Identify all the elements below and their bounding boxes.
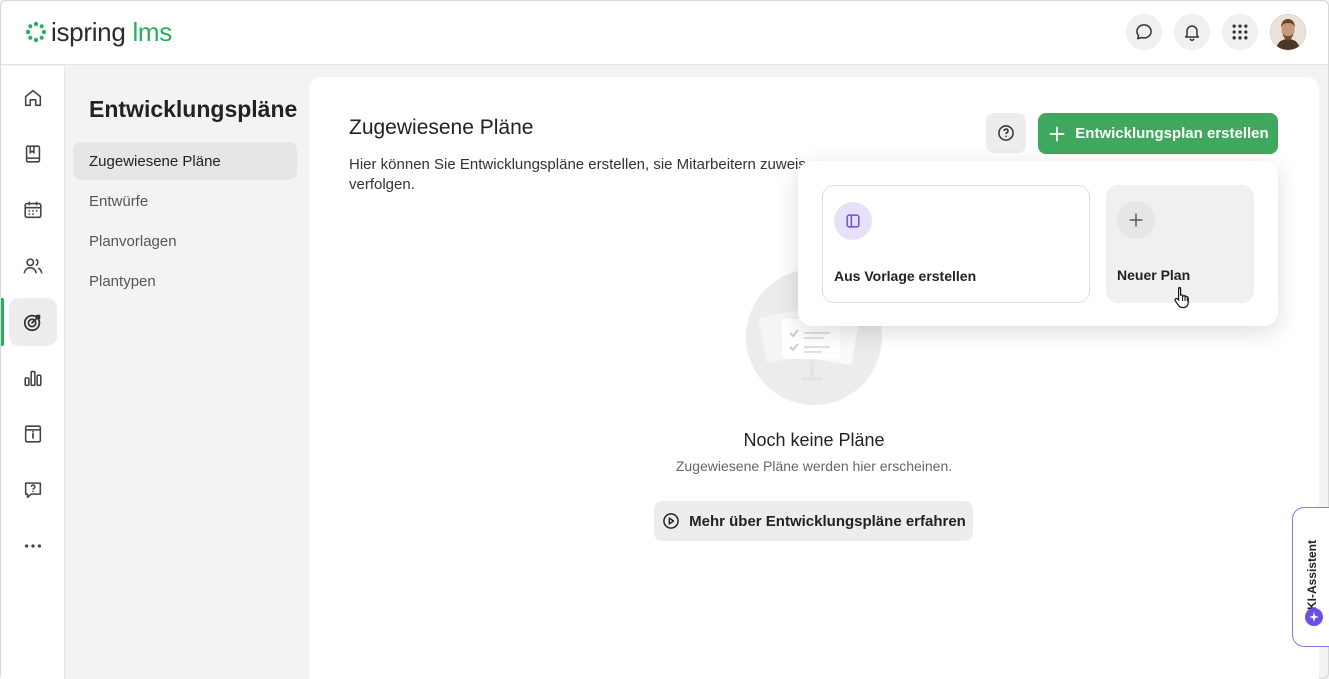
create-plan-button[interactable]: Entwicklungsplan erstellen <box>1038 113 1278 154</box>
avatar[interactable] <box>1270 14 1306 50</box>
logo[interactable]: ispring lms <box>24 17 172 47</box>
plus-icon <box>1049 126 1065 141</box>
learn-more-button[interactable]: Mehr über Entwicklungspläne erfahren <box>654 501 973 541</box>
rail-development-plans[interactable] <box>9 298 57 346</box>
info-box-icon <box>24 425 42 443</box>
subnav-item-plan-types[interactable]: Plantypen <box>73 262 297 300</box>
apps-grid-icon <box>1232 24 1248 40</box>
create-plan-label: Entwicklungsplan erstellen <box>1075 125 1269 142</box>
rail-catalog[interactable] <box>9 410 57 458</box>
description-tail: verfolgen. <box>349 176 415 193</box>
rail-active-indicator <box>1 298 4 346</box>
play-circle-icon <box>663 513 679 529</box>
subnav-item-label: Zugewiesene Pläne <box>89 152 221 170</box>
help-chat-icon <box>24 482 42 499</box>
description-line: Hier können Sie Entwicklungspläne erstel… <box>349 156 806 173</box>
section-title: Entwicklungspläne <box>89 96 298 122</box>
empty-state-subtitle: Zugewiesene Pläne werden hier erscheinen… <box>675 458 953 474</box>
book-icon <box>25 145 41 163</box>
question-icon <box>998 125 1014 141</box>
rail-calendar[interactable] <box>9 186 57 234</box>
bell-icon <box>1185 25 1199 42</box>
help-button[interactable] <box>986 113 1026 153</box>
template-icon-wrap <box>834 202 872 240</box>
users-icon <box>23 258 43 274</box>
ai-assistant-tab[interactable]: KI-Assistent <box>1292 507 1329 647</box>
chat-icon <box>1136 24 1152 40</box>
subnav-item-label: Entwürfe <box>89 192 149 210</box>
create-plan-menu: Aus Vorlage erstellen Neuer Plan <box>798 161 1278 326</box>
home-icon <box>24 89 42 107</box>
create-from-template-option[interactable]: Aus Vorlage erstellen <box>822 185 1090 303</box>
logo-icon <box>25 21 47 43</box>
chart-icon <box>24 370 42 387</box>
rail-home[interactable] <box>9 74 57 122</box>
left-rail <box>1 66 65 679</box>
subnav-item-drafts[interactable]: Entwürfe <box>73 182 297 220</box>
subnav-item-label: Planvorlagen <box>89 232 177 250</box>
hand-cursor-icon <box>1174 286 1189 309</box>
avatar-image <box>1270 14 1306 50</box>
learn-more-label: Mehr über Entwicklungspläne erfahren <box>689 512 966 530</box>
apps-button[interactable] <box>1222 14 1258 50</box>
notifications-button[interactable] <box>1174 14 1210 50</box>
rail-users[interactable] <box>9 242 57 290</box>
chat-button[interactable] <box>1126 14 1162 50</box>
subnav-item-assigned-plans[interactable]: Zugewiesene Pläne <box>73 142 297 180</box>
rail-reports[interactable] <box>9 354 57 402</box>
plus-icon <box>1129 213 1143 227</box>
sparkle-icon <box>1305 608 1323 626</box>
rail-courses[interactable] <box>9 130 57 178</box>
calendar-icon <box>24 201 42 219</box>
create-from-template-label: Aus Vorlage erstellen <box>834 268 977 284</box>
new-plan-label: Neuer Plan <box>1117 267 1191 283</box>
top-bar: ispring lms <box>1 1 1328 65</box>
ai-assistant-label: KI-Assistent <box>1305 539 1319 610</box>
sub-navigation: Entwicklungspläne Zugewiesene Pläne Entw… <box>65 66 309 679</box>
subnav-item-label: Plantypen <box>89 272 156 290</box>
empty-state-title: Noch keine Pläne <box>743 430 885 450</box>
subnav-item-templates[interactable]: Planvorlagen <box>73 222 297 260</box>
rail-support[interactable] <box>9 466 57 514</box>
rail-more[interactable] <box>9 522 57 570</box>
template-icon <box>846 214 860 228</box>
page-title: Zugewiesene Pläne <box>349 116 534 139</box>
logo-text: ispring lms <box>51 16 172 47</box>
more-icon <box>24 544 42 548</box>
target-icon <box>23 314 41 332</box>
plus-icon-wrap <box>1117 201 1155 239</box>
